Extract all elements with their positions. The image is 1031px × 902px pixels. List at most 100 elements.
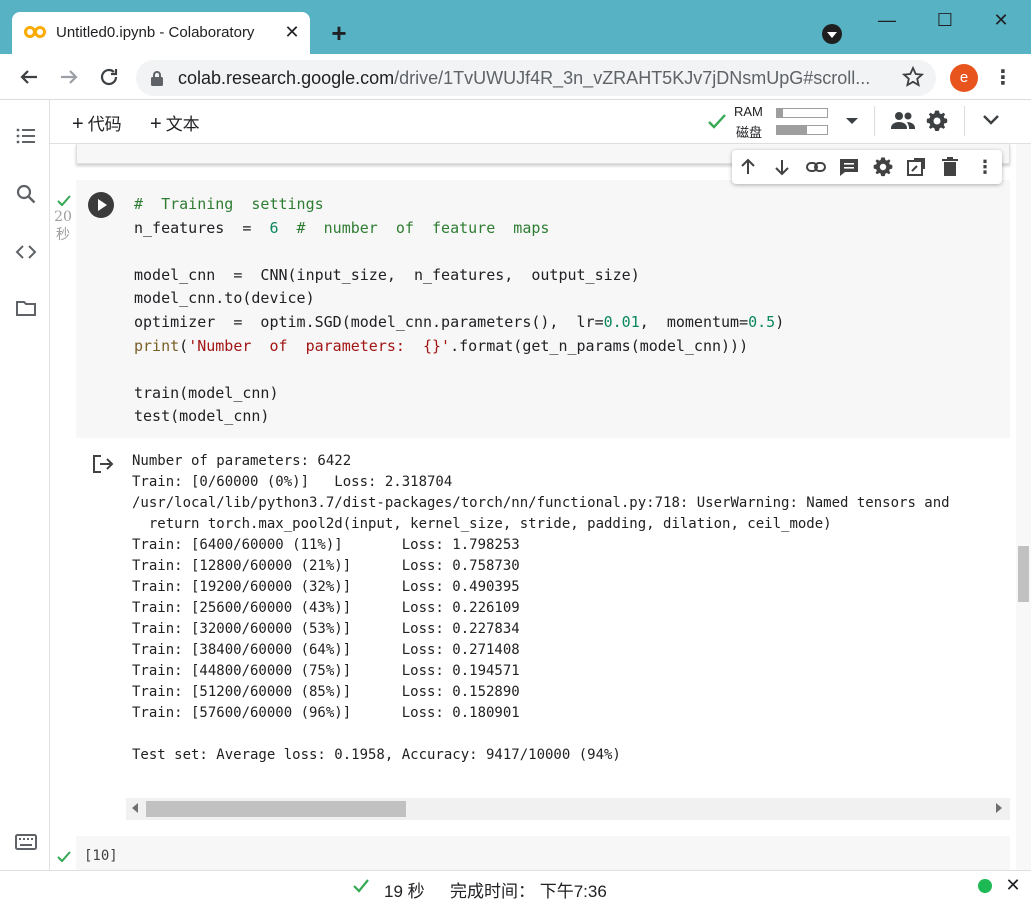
- settings-gear-icon[interactable]: [925, 109, 949, 133]
- code-line[interactable]: # Training settings: [134, 192, 1004, 216]
- code-cell[interactable]: # Training settings n_features = 6 # numb…: [76, 180, 1010, 438]
- terminal-keyboard-icon[interactable]: [14, 830, 38, 854]
- code-token: train(model_cnn): [134, 383, 279, 402]
- tab-title: Untitled0.ipynb - Colaboratory: [56, 24, 255, 41]
- code-line[interactable]: optimizer = optim.SGD(model_cnn.paramete…: [134, 310, 1004, 334]
- code-line[interactable]: [134, 357, 1004, 381]
- close-status-icon[interactable]: ✕: [1004, 875, 1022, 895]
- output-line: Train: [57600/60000 (96%)] Loss: 0.18090…: [132, 705, 520, 721]
- move-cell-up-icon[interactable]: [737, 156, 759, 178]
- mirror-in-tab-icon[interactable]: [905, 156, 927, 178]
- add-code-button[interactable]: + 代码: [72, 110, 122, 136]
- output-line: Train: [12800/60000 (21%)] Loss: 0.75873…: [132, 558, 520, 574]
- code-line[interactable]: model_cnn.to(device): [134, 286, 1004, 310]
- disk-label: 磁盘: [736, 125, 763, 140]
- output-line: return torch.max_pool2d(input, kernel_si…: [132, 516, 832, 532]
- page-vertical-scrollbar[interactable]: [1016, 144, 1031, 870]
- code-token: n_features =: [134, 218, 270, 237]
- bookmark-star-icon[interactable]: [902, 66, 924, 88]
- profile-avatar[interactable]: e: [950, 64, 978, 92]
- code-snippets-icon[interactable]: [14, 240, 38, 264]
- cell-toolbar: ⋮: [732, 150, 1002, 184]
- table-of-contents-icon[interactable]: [14, 124, 38, 148]
- code-token: # Training settings: [134, 195, 324, 213]
- header-divider: [874, 106, 875, 136]
- output-line: Train: [51200/60000 (85%)] Loss: 0.15289…: [132, 684, 520, 700]
- tab-close-icon[interactable]: ✕: [282, 22, 302, 42]
- lock-icon[interactable]: [150, 70, 164, 86]
- link-icon[interactable]: [805, 156, 827, 178]
- disk-meter[interactable]: [776, 125, 828, 135]
- chevron-down-icon[interactable]: [982, 114, 1000, 126]
- output-line: Train: [32000/60000 (53%)] Loss: 0.22783…: [132, 621, 520, 637]
- output-line: Train: [25600/60000 (43%)] Loss: 0.22610…: [132, 600, 520, 616]
- close-window-button[interactable]: ✕: [986, 8, 1016, 32]
- cell-output: Number of parameters: 6422 Train: [0/6000…: [132, 451, 1010, 766]
- output-line: Number of parameters: 6422: [132, 453, 352, 469]
- code-token: .format(get_n_params(model_cnn))): [450, 336, 749, 355]
- address-bar[interactable]: colab.research.google.com/drive/1TvUWUJf…: [136, 60, 936, 96]
- code-token: 6: [269, 218, 279, 237]
- plus-icon: +: [150, 113, 162, 135]
- left-sidebar: [0, 100, 50, 870]
- code-line[interactable]: print('Number of parameters: {}'.format(…: [134, 334, 1004, 358]
- next-code-cell[interactable]: [10]: [76, 836, 1010, 870]
- runtime-dropdown-icon[interactable]: [846, 118, 858, 124]
- code-editor[interactable]: # Training settings n_features = 6 # numb…: [134, 192, 1004, 428]
- output-line: Train: [44800/60000 (75%)] Loss: 0.19457…: [132, 663, 520, 679]
- url-host: colab.research.google.com: [178, 68, 395, 88]
- output-line: Train: [19200/60000 (32%)] Loss: 0.49039…: [132, 579, 520, 595]
- code-token: model_cnn.to(device): [134, 289, 315, 308]
- browser-menu-icon[interactable]: ⋮: [992, 64, 1014, 92]
- run-cell-button[interactable]: [88, 192, 114, 218]
- share-people-icon[interactable]: [890, 110, 916, 132]
- ram-label: RAM: [734, 104, 763, 119]
- cell-settings-gear-icon[interactable]: [872, 156, 894, 178]
- colab-header: + 代码 + 文本 RAM 磁盘: [50, 100, 1031, 144]
- move-cell-down-icon[interactable]: [771, 156, 793, 178]
- code-token: , momentum=: [639, 312, 749, 331]
- status-completed-time: 完成时间： 下午7:36: [450, 882, 607, 901]
- output-horizontal-scrollbar[interactable]: [126, 798, 1010, 820]
- comment-icon[interactable]: [838, 156, 860, 178]
- browser-tab[interactable]: Untitled0.ipynb - Colaboratory ✕: [12, 12, 310, 54]
- output-line: /usr/local/lib/python3.7/dist-packages/t…: [132, 495, 950, 511]
- tab-search-icon[interactable]: [822, 24, 842, 44]
- scroll-right-arrow-icon[interactable]: [996, 803, 1002, 813]
- code-token: test(model_cnn): [134, 407, 270, 426]
- status-elapsed-time: 19 秒: [384, 882, 425, 901]
- code-line[interactable]: [134, 239, 1004, 263]
- search-icon[interactable]: [14, 182, 38, 206]
- code-token: model_cnn = CNN(input_size, n_features, …: [134, 265, 640, 284]
- scrollbar-thumb[interactable]: [146, 801, 406, 817]
- ram-meter[interactable]: [776, 108, 828, 118]
- new-tab-button[interactable]: +: [326, 20, 352, 46]
- minimize-button[interactable]: —: [872, 8, 902, 32]
- code-line[interactable]: test(model_cnn): [134, 404, 1004, 428]
- code-line[interactable]: model_cnn = CNN(input_size, n_features, …: [134, 263, 1004, 287]
- code-token: print: [134, 336, 180, 355]
- forward-arrow-icon[interactable]: [56, 64, 82, 90]
- back-arrow-icon[interactable]: [16, 64, 42, 90]
- output-line: Train: [0/60000 (0%)] Loss: 2.318704: [132, 474, 453, 490]
- add-text-button[interactable]: + 文本: [150, 110, 200, 136]
- colab-logo-icon: [24, 26, 46, 38]
- delete-trash-icon[interactable]: [939, 156, 961, 178]
- cell-execution-time: 20 秒: [53, 208, 73, 244]
- scroll-left-arrow-icon[interactable]: [132, 803, 138, 813]
- execution-count: [10]: [84, 848, 118, 864]
- header-divider: [964, 106, 965, 136]
- maximize-button[interactable]: ☐: [930, 8, 960, 32]
- code-line[interactable]: train(model_cnn): [134, 381, 1004, 405]
- output-action-icon[interactable]: [92, 454, 114, 474]
- add-code-label: 代码: [87, 115, 122, 134]
- scrollbar-thumb[interactable]: [1018, 546, 1029, 602]
- cell-executed-check-icon: [57, 195, 71, 207]
- more-options-icon[interactable]: ⋮: [974, 156, 996, 178]
- code-line[interactable]: n_features = 6 # number of feature maps: [134, 216, 1004, 240]
- reload-icon[interactable]: [96, 64, 122, 90]
- browser-tab-strip: Untitled0.ipynb - Colaboratory ✕ + — ☐ ✕: [0, 0, 1031, 54]
- code-token: optimizer = optim.SGD(model_cnn.paramete…: [134, 312, 604, 331]
- url-text[interactable]: colab.research.google.com/drive/1TvUWUJf…: [178, 68, 888, 89]
- files-folder-icon[interactable]: [14, 296, 38, 320]
